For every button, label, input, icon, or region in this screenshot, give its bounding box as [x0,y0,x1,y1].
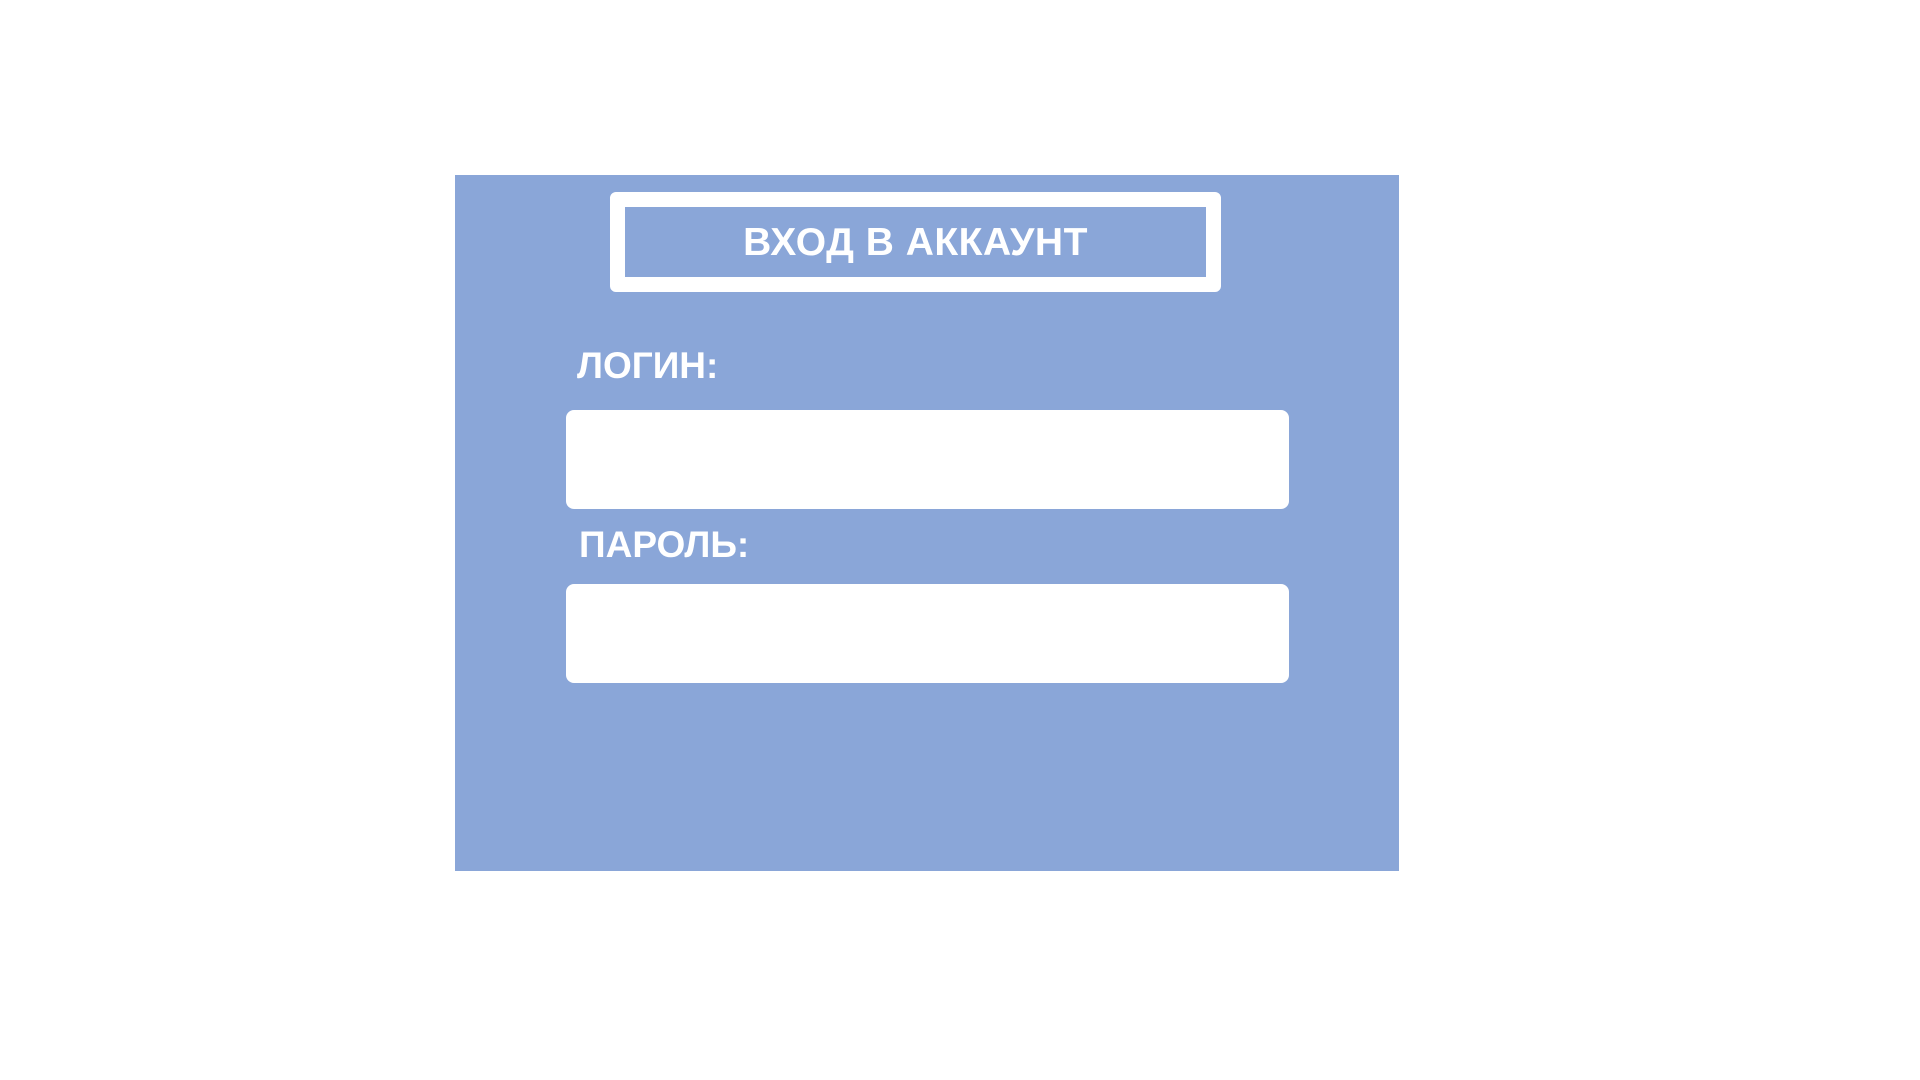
login-title: ВХОД В АККАУНТ [743,220,1088,264]
login-input[interactable] [566,410,1289,509]
password-input[interactable] [566,584,1289,683]
password-label: ПАРОЛЬ: [579,524,750,565]
login-title-box: ВХОД В АККАУНТ [610,192,1221,292]
login-label: ЛОГИН: [577,345,719,386]
login-panel: ВХОД В АККАУНТ ЛОГИН: ПАРОЛЬ: [455,175,1399,871]
